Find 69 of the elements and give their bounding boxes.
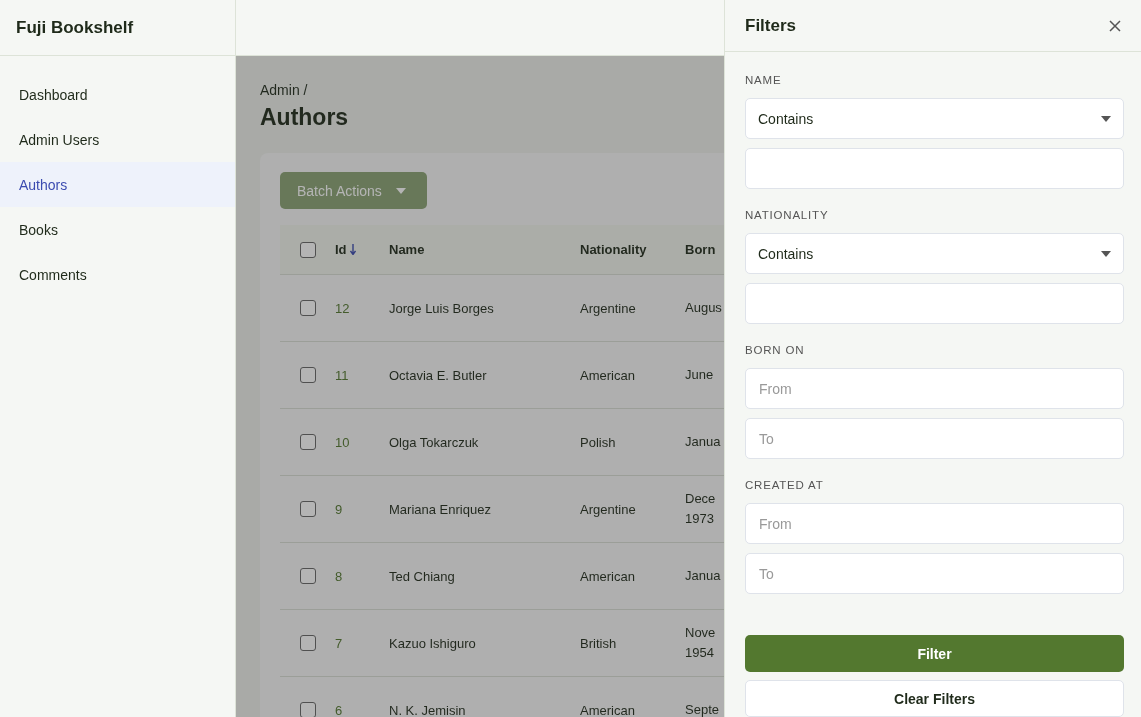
table-cell-text: Janua — [685, 567, 722, 585]
id-link[interactable]: 12 — [335, 300, 389, 316]
operator-select[interactable]: Contains — [745, 98, 1124, 139]
page-title: Authors — [260, 104, 350, 131]
close-icon[interactable] — [1109, 19, 1121, 32]
table-cell-text: American — [580, 568, 636, 584]
sort-arrow-icon — [349, 244, 356, 255]
filter-label: BORN ON — [745, 344, 806, 356]
table-cell-text: Ted Chiang — [389, 568, 456, 584]
table-cell-text: Septe — [685, 701, 720, 717]
row-checkbox[interactable] — [300, 300, 316, 316]
sidebar-item[interactable]: Dashboard — [0, 72, 235, 117]
column-header[interactable]: Born — [685, 242, 724, 257]
date-field[interactable]: From — [745, 368, 1124, 409]
input-field[interactable] — [745, 283, 1124, 324]
date-field[interactable]: To — [745, 553, 1124, 594]
table-cell-text: Octavia E. Butler — [389, 367, 488, 383]
row-checkbox[interactable] — [300, 367, 316, 383]
sidebar-item[interactable]: Books — [0, 207, 235, 252]
column-header[interactable]: Nationality — [580, 242, 685, 257]
table-cell-text: American — [580, 367, 636, 383]
table-cell-text: Polish — [580, 434, 617, 450]
table-cell-text: Janua — [685, 433, 722, 451]
caret-icon — [1101, 250, 1111, 257]
column-header[interactable]: Id — [335, 242, 389, 257]
table-cell-text: British — [580, 635, 618, 651]
caret-icon — [395, 187, 406, 194]
table-cell-text: Jorge Luis Borges — [389, 300, 495, 316]
id-link[interactable]: 8 — [335, 568, 389, 584]
filter-label: NAME — [745, 74, 783, 86]
table-cell-text: Argentine — [580, 300, 637, 316]
filter-label: CREATED AT — [745, 479, 825, 491]
id-link[interactable]: 7 — [335, 635, 389, 651]
column-header[interactable]: Name — [389, 242, 580, 257]
row-checkbox[interactable] — [300, 702, 316, 717]
select-all-checkbox[interactable] — [300, 241, 316, 258]
sidebar-item[interactable]: Comments — [0, 252, 235, 297]
table-cell-text: Mariana Enriquez — [389, 501, 492, 517]
sidebar-item[interactable]: Admin Users — [0, 117, 235, 162]
id-link[interactable]: 10 — [335, 434, 389, 450]
row-checkbox[interactable] — [300, 635, 316, 651]
table-cell-text: Kazuo Ishiguro — [389, 635, 477, 651]
table-cell-text: Olga Tokarczuk — [389, 434, 480, 450]
date-field[interactable]: From — [745, 503, 1124, 544]
input-field[interactable] — [745, 148, 1124, 189]
operator-select[interactable]: Contains — [745, 233, 1124, 274]
filter-button[interactable]: Filter — [745, 635, 1124, 672]
breadcrumb: Admin / — [260, 82, 309, 98]
id-link[interactable]: 11 — [335, 367, 389, 383]
row-checkbox[interactable] — [300, 568, 316, 584]
panel-title: Filters — [745, 15, 797, 36]
table-cell-text: Nove 1954 — [685, 624, 717, 662]
sidebar-item[interactable]: Authors — [0, 162, 235, 207]
table-cell-text: Argentine — [580, 501, 637, 517]
table-cell-text: Augus — [685, 299, 723, 317]
id-link[interactable]: 6 — [335, 702, 389, 717]
table-cell-text: Dece 1973 — [685, 490, 717, 528]
filter-label: NATIONALITY — [745, 209, 830, 221]
clear-filters-button[interactable]: Clear Filters — [745, 680, 1124, 717]
backdrop[interactable] — [236, 56, 724, 717]
caret-icon — [1101, 115, 1111, 122]
id-link[interactable]: 9 — [335, 501, 389, 517]
date-field[interactable]: To — [745, 418, 1124, 459]
table-cell-text: American — [580, 702, 636, 717]
app-title: Fuji Bookshelf — [0, 0, 235, 56]
table-cell-text: N. K. Jemisin — [389, 702, 467, 717]
row-checkbox[interactable] — [300, 501, 316, 517]
row-checkbox[interactable] — [300, 434, 316, 450]
table-cell-text: June — [685, 366, 715, 384]
